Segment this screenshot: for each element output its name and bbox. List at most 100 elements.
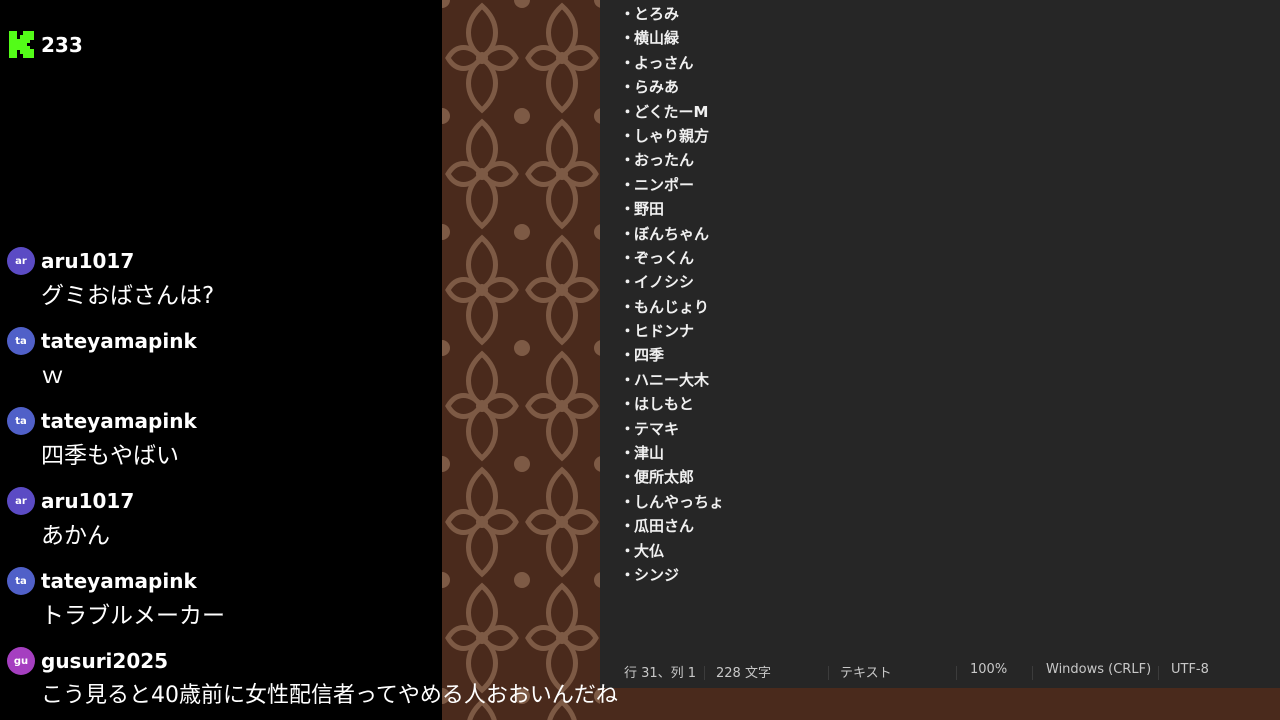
bullet-mark: ・ bbox=[620, 565, 636, 584]
bullet-mark: ・ bbox=[620, 248, 636, 267]
chat-username[interactable]: aru1017 bbox=[41, 247, 134, 275]
editor-line-text: はしもと bbox=[634, 395, 694, 414]
editor-line: ・ヒドンナ bbox=[620, 319, 724, 343]
editor-line: ・しゃり親方 bbox=[620, 124, 724, 148]
editor-line: ・イノシシ bbox=[620, 270, 724, 294]
editor-line-text: 大仏 bbox=[634, 541, 665, 560]
editor-line: ・ハニー大木 bbox=[620, 368, 724, 392]
editor-line: ・瓜田さん bbox=[620, 514, 724, 538]
kick-logo-icon bbox=[9, 31, 34, 58]
chat-text: こう見ると40歳前に女性配信者ってやめる人おおいんだね bbox=[41, 683, 618, 708]
bullet-mark: ・ bbox=[620, 151, 636, 170]
bullet-mark: ・ bbox=[620, 517, 636, 536]
bullet-mark: ・ bbox=[620, 395, 636, 414]
avatar[interactable]: ta bbox=[7, 407, 35, 435]
editor-line: ・大仏 bbox=[620, 539, 724, 563]
bullet-mark: ・ bbox=[620, 102, 636, 121]
editor-line: ・テマキ bbox=[620, 417, 724, 441]
avatar[interactable]: ta bbox=[7, 567, 35, 595]
editor-line: ・どくたーM bbox=[620, 100, 724, 124]
editor-line: ・おったん bbox=[620, 148, 724, 172]
editor-line-text: ぞっくん bbox=[634, 248, 695, 267]
editor-line-text: ヒドンナ bbox=[634, 322, 695, 341]
viewer-counter: 233 bbox=[8, 30, 83, 59]
bullet-mark: ・ bbox=[620, 273, 636, 292]
editor-line-text: おったん bbox=[634, 151, 695, 170]
editor-line-text: とろみ bbox=[634, 5, 680, 23]
editor-line-text: シンジ bbox=[634, 565, 680, 584]
chat-text: あかん bbox=[41, 523, 110, 549]
bullet-mark: ・ bbox=[620, 444, 636, 463]
editor-line-text: 便所太郎 bbox=[634, 468, 695, 487]
bullet-mark: ・ bbox=[620, 78, 636, 97]
editor-line-text: 四季 bbox=[634, 346, 665, 365]
bullet-mark: ・ bbox=[620, 541, 636, 560]
encoding[interactable]: UTF-8 bbox=[1171, 662, 1209, 677]
chat-username[interactable]: gusuri2025 bbox=[41, 647, 168, 675]
editor-line: ・津山 bbox=[620, 441, 724, 465]
chat-username[interactable]: tateyamapink bbox=[41, 327, 197, 355]
bullet-mark: ・ bbox=[620, 419, 636, 438]
bullet-mark: ・ bbox=[620, 53, 636, 72]
stream-frame: 233 ar aru1017 グミおばさんは? ta tateyamapink … bbox=[0, 0, 1280, 720]
editor-line-text: 津山 bbox=[634, 444, 665, 463]
editor-line-text: 野田 bbox=[634, 200, 665, 219]
bullet-mark: ・ bbox=[620, 322, 636, 341]
editor-line: ・ぞっくん bbox=[620, 246, 724, 270]
editor-line: ・はしもと bbox=[620, 392, 724, 416]
chat-text: ｗ bbox=[41, 363, 64, 389]
editor-line-text: どくたーM bbox=[634, 102, 709, 121]
viewer-count: 233 bbox=[41, 32, 83, 57]
avatar[interactable]: gu bbox=[7, 647, 35, 675]
editor-line-text: しんやっちょ bbox=[634, 492, 725, 511]
bullet-mark: ・ bbox=[620, 370, 636, 389]
avatar[interactable]: ta bbox=[7, 327, 35, 355]
desktop-wallpaper bbox=[442, 0, 600, 720]
bullet-mark: ・ bbox=[620, 468, 636, 487]
editor-line-text: テマキ bbox=[634, 419, 680, 438]
editor-line-text: 横山緑 bbox=[634, 29, 680, 48]
chat-text: グミおばさんは? bbox=[41, 283, 215, 309]
editor-line-text: よっさん bbox=[634, 53, 694, 72]
editor-line-text: 瓜田さん bbox=[634, 517, 695, 536]
chat-text: トラブルメーカー bbox=[41, 603, 225, 629]
notepad-window: ・とろみ ・横山緑 ・よっさん ・らみあ ・どくたーM ・しゃり親方 ・おったん ・ニンポー・… bbox=[600, 0, 1280, 688]
bullet-mark: ・ bbox=[620, 29, 636, 48]
chat-text: 四季もやばい bbox=[41, 443, 179, 469]
chat-panel: 233 ar aru1017 グミおばさんは? ta tateyamapink … bbox=[0, 0, 442, 720]
chat-username[interactable]: aru1017 bbox=[41, 487, 134, 515]
editor-line: ・とろみ bbox=[620, 2, 724, 26]
avatar[interactable]: ar bbox=[7, 247, 35, 275]
editor-line-text: しゃり親方 bbox=[634, 126, 710, 145]
zoom-level[interactable]: 100% bbox=[970, 662, 1007, 677]
avatar[interactable]: ar bbox=[7, 487, 35, 515]
bullet-mark: ・ bbox=[620, 346, 636, 365]
editor-line-text: ハニー大木 bbox=[634, 370, 710, 389]
editor-line: ・ニンポー bbox=[620, 173, 724, 197]
bullet-mark: ・ bbox=[620, 5, 636, 23]
bullet-mark: ・ bbox=[620, 224, 636, 243]
editor-line: ・らみあ bbox=[620, 75, 724, 99]
wallpaper-strip bbox=[600, 688, 1280, 720]
cursor-position: 行 31、列 1 bbox=[624, 666, 697, 681]
bullet-mark: ・ bbox=[620, 492, 636, 511]
editor-line: ・便所太郎 bbox=[620, 465, 724, 489]
editor-line-text: ニンポー bbox=[634, 175, 695, 194]
bullet-mark: ・ bbox=[620, 297, 636, 316]
editor-line: ・野田 bbox=[620, 197, 724, 221]
editor-line: ・横山緑 bbox=[620, 26, 724, 50]
chat-username[interactable]: tateyamapink bbox=[41, 407, 197, 435]
editor-line: ・四季 bbox=[620, 343, 724, 367]
bullet-mark: ・ bbox=[620, 126, 636, 145]
editor-line: ・よっさん bbox=[620, 51, 724, 75]
editor-line-text: もんじょり bbox=[634, 297, 710, 316]
line-ending[interactable]: Windows (CRLF) bbox=[1046, 662, 1151, 677]
char-count: 228 文字 bbox=[716, 666, 771, 681]
chat-username[interactable]: tateyamapink bbox=[41, 567, 197, 595]
editor-line: ・しんやっちょ bbox=[620, 490, 724, 514]
editor-text-area[interactable]: ・とろみ ・横山緑 ・よっさん ・らみあ ・どくたーM ・しゃり親方 ・おったん ・ニンポー・… bbox=[620, 2, 724, 587]
editor-line-text: イノシシ bbox=[634, 273, 695, 292]
editor-line: ・シンジ bbox=[620, 563, 724, 587]
status-bar: 行 31、列 1 228 文字 テキスト 100% Windows (CRLF)… bbox=[600, 652, 1280, 688]
text-format: テキスト bbox=[840, 666, 892, 681]
